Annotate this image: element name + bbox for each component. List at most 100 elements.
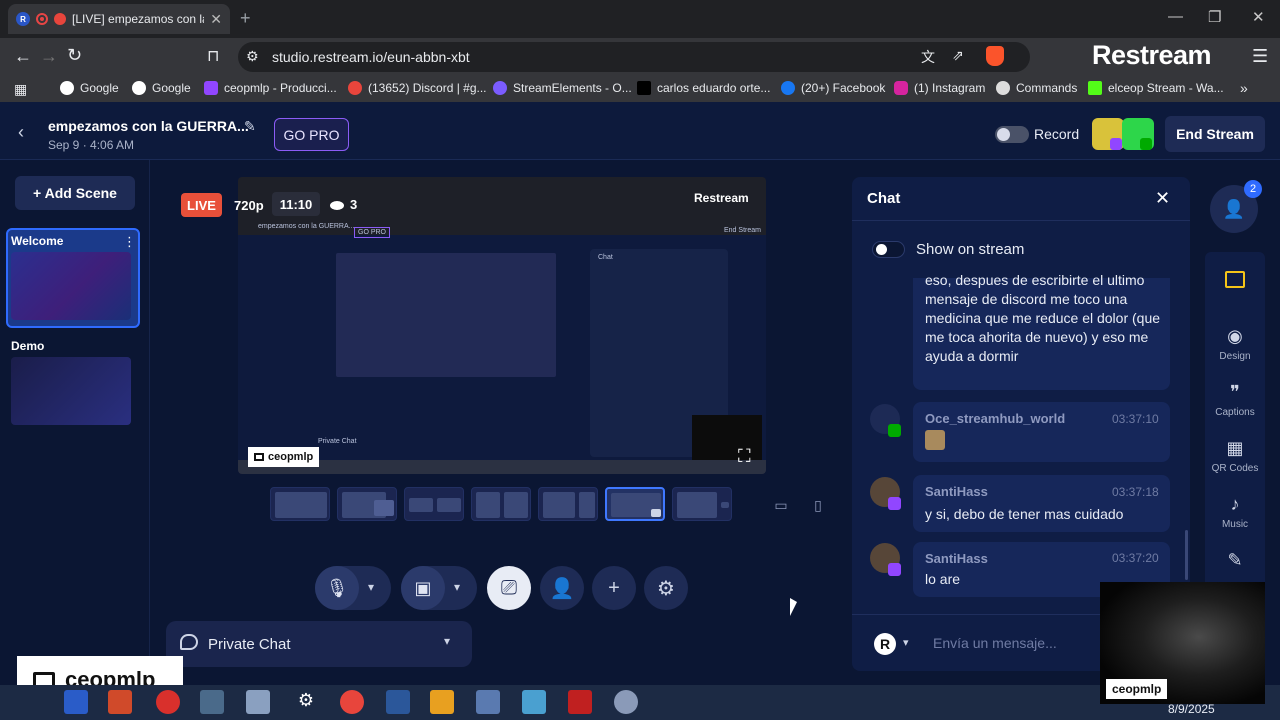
add-scene-button[interactable]: + Add Scene <box>15 176 135 210</box>
bookmark-item[interactable]: Commands <box>996 81 1077 95</box>
scene-thumbnail[interactable] <box>11 357 131 425</box>
layout-option[interactable] <box>471 487 531 521</box>
back-icon[interactable]: ← <box>14 46 32 67</box>
private-chat-label: Private Chat <box>208 635 291 653</box>
camera-icon[interactable]: ▣ <box>401 566 445 610</box>
app-icon[interactable] <box>568 690 592 714</box>
chrome-icon[interactable] <box>340 690 364 714</box>
close-icon[interactable]: ✕ <box>1155 188 1170 209</box>
bookmark-item[interactable]: ceopmlp - Producci... <box>204 81 337 95</box>
bookmark-label: carlos eduardo orte... <box>657 81 771 95</box>
reload-icon[interactable]: ↻ <box>67 45 82 66</box>
app-icon[interactable] <box>200 690 224 714</box>
bookmark-label: (13652) Discord | #g... <box>368 81 487 95</box>
bookmark-item[interactable]: (13652) Discord | #g... <box>348 81 487 95</box>
sender-avatar[interactable]: R <box>874 633 896 655</box>
settings-button[interactable]: ⚙ <box>644 566 688 610</box>
go-pro-button[interactable]: GO PRO <box>274 118 349 151</box>
bookmark-item[interactable]: StreamElements - O... <box>493 81 632 95</box>
record-toggle[interactable] <box>995 126 1029 143</box>
stream-title[interactable]: empezamos con la GUERRA... <box>48 118 249 134</box>
screen-share-button[interactable]: ⎚ <box>487 566 531 610</box>
chevron-down-icon[interactable]: ▾ <box>454 580 460 594</box>
apps-grid-icon[interactable]: ▦ <box>14 81 27 98</box>
rail-item-qr-codes[interactable]: ▦ QR Codes <box>1205 438 1265 474</box>
bookmark-item[interactable]: (1) Instagram <box>894 81 985 95</box>
bookmark-item[interactable]: Google <box>60 81 119 95</box>
end-stream-button[interactable]: End Stream <box>1165 116 1265 152</box>
chevron-down-icon[interactable]: ▾ <box>903 636 909 649</box>
chevron-down-icon[interactable]: ▾ <box>368 580 374 594</box>
bookmarks-overflow-icon[interactable]: » <box>1240 80 1248 96</box>
scene-menu-icon[interactable]: ⋮ <box>123 234 136 250</box>
app-icon[interactable] <box>476 690 500 714</box>
app-icon[interactable] <box>156 690 180 714</box>
translate-icon[interactable]: 文 <box>921 47 935 67</box>
forward-icon[interactable]: → <box>40 46 58 67</box>
back-arrow-icon[interactable]: ‹ <box>18 122 24 143</box>
new-tab-icon[interactable]: + <box>240 8 251 29</box>
restream-logo: Restream <box>1092 40 1212 70</box>
layout-option[interactable] <box>337 487 397 521</box>
twitch-badge-icon <box>888 563 901 576</box>
add-source-button[interactable]: + <box>592 566 636 610</box>
app-icon[interactable] <box>614 690 638 714</box>
folder-icon[interactable] <box>1225 271 1245 288</box>
show-on-stream-toggle[interactable] <box>872 241 905 258</box>
bookmark-item[interactable]: (20+) Facebook <box>781 81 885 95</box>
rail-item-design[interactable]: ◉ Design <box>1205 326 1265 362</box>
screen-share-icon: ⎚ <box>501 576 517 599</box>
landscape-icon[interactable]: ▭ <box>768 492 794 518</box>
app-icon[interactable] <box>522 690 546 714</box>
monitor-icon <box>254 453 264 461</box>
captured-title: empezamos con la GUERRA... <box>258 223 355 230</box>
app-icon[interactable] <box>246 690 270 714</box>
browser-tab[interactable]: R [LIVE] empezamos con la ✕ <box>8 4 230 34</box>
bookmark-item[interactable]: Google <box>132 81 191 95</box>
close-icon[interactable]: ✕ <box>1252 8 1265 26</box>
portrait-icon[interactable]: ▯ <box>805 492 831 518</box>
scene-label[interactable]: Demo <box>11 339 44 353</box>
webcam-name-tag: ceopmlp <box>1106 679 1168 699</box>
resolution-label: 720p <box>234 198 264 213</box>
microphone-icon[interactable]: 🎙 <box>315 566 359 610</box>
chevron-down-icon[interactable]: ▾ <box>444 634 450 648</box>
chat-scrollbar[interactable] <box>1185 530 1188 580</box>
layout-option[interactable] <box>270 487 330 521</box>
address-bar[interactable]: studio.restream.io/eun-abbn-xbt <box>238 42 1030 72</box>
private-chat-bar[interactable]: Private Chat <box>166 621 472 667</box>
bookmarks-bar: ▦ Google Google ceopmlp - Producci... (1… <box>0 76 1280 102</box>
settings-gear-icon[interactable]: ⚙ <box>294 690 318 714</box>
maximize-icon[interactable]: ❐ <box>1208 8 1221 26</box>
tab-close-icon[interactable]: ✕ <box>210 11 222 28</box>
tab-title: [LIVE] empezamos con la <box>72 12 205 26</box>
minimize-icon[interactable]: — <box>1168 8 1183 25</box>
rail-item-notes[interactable]: ✎ <box>1205 550 1265 575</box>
invite-guest-button[interactable]: 👤 <box>540 566 584 610</box>
layout-option[interactable] <box>404 487 464 521</box>
instagram-icon <box>894 81 908 95</box>
share-icon[interactable]: ⇗ <box>952 47 964 64</box>
fullscreen-icon[interactable]: ⛶ <box>738 446 751 467</box>
menu-icon[interactable]: ☰ <box>1252 46 1268 67</box>
mic-control[interactable]: 🎙 ▾ <box>315 566 391 610</box>
media-player-icon[interactable] <box>430 690 454 714</box>
word-icon[interactable] <box>386 690 410 714</box>
layout-option-active[interactable] <box>605 487 665 521</box>
layout-option[interactable] <box>538 487 598 521</box>
rail-item-captions[interactable]: ❞ Captions <box>1205 382 1265 418</box>
stream-preview[interactable]: Restream empezamos con la GUERRA... GO P… <box>238 177 766 474</box>
camera-control[interactable]: ▣ ▾ <box>401 566 477 610</box>
bookmark-icon[interactable]: ⊓ <box>207 46 219 66</box>
chat-message-input[interactable]: Envía un mensaje... <box>933 635 1057 651</box>
brave-shield-icon[interactable] <box>986 46 1004 66</box>
file-explorer-icon[interactable] <box>64 690 88 714</box>
layout-option[interactable] <box>672 487 732 521</box>
app-icon[interactable] <box>108 690 132 714</box>
rail-item-music[interactable]: ♪ Music <box>1205 494 1265 530</box>
bookmark-item[interactable]: elceop Stream - Wa... <box>1088 81 1224 95</box>
bookmark-label: Google <box>152 81 191 95</box>
site-info-icon[interactable]: ⚙ <box>246 48 259 65</box>
edit-pencil-icon[interactable]: ✎ <box>244 118 256 135</box>
bookmark-item[interactable]: carlos eduardo orte... <box>637 81 770 95</box>
